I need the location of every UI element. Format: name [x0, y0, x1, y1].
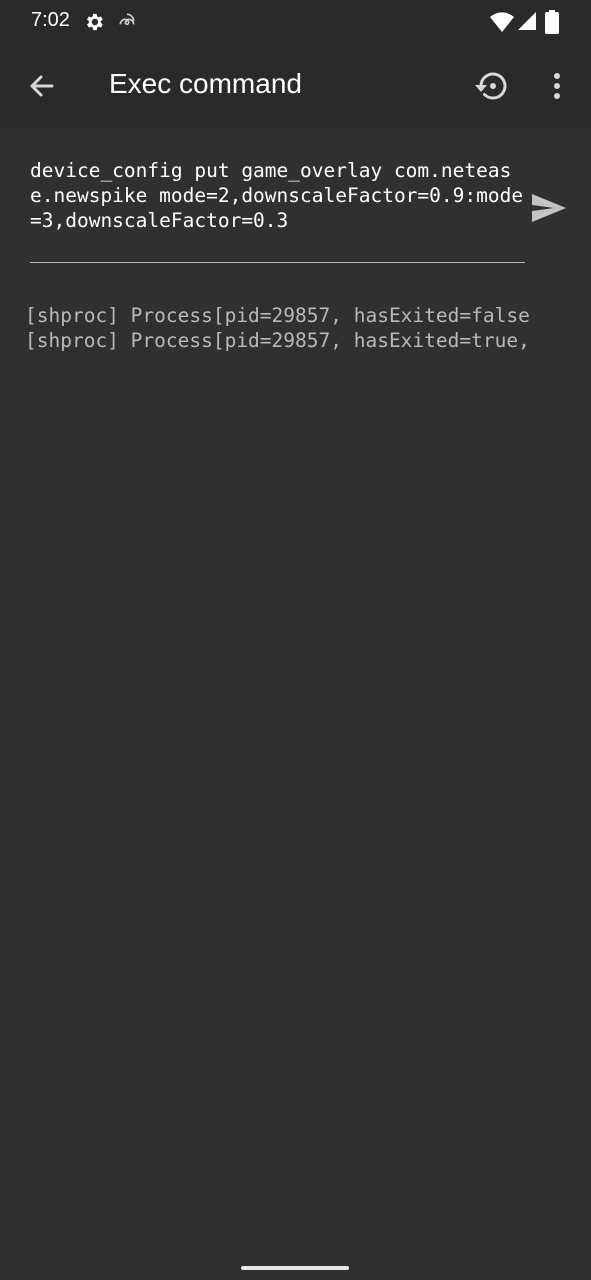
app-bar: Exec command — [0, 44, 591, 128]
history-icon — [475, 72, 507, 100]
wifi-icon — [490, 11, 514, 38]
back-button[interactable] — [22, 66, 62, 106]
history-button[interactable] — [472, 65, 514, 107]
swirl-icon — [117, 11, 137, 36]
overflow-menu-button[interactable] — [540, 65, 574, 107]
battery-icon — [545, 10, 559, 39]
output-line: [shproc] Process[pid=29857, hasExited=tr… — [25, 329, 530, 352]
settings-icon — [83, 11, 105, 38]
status-time: 7:02 — [31, 9, 70, 31]
page-title: Exec command — [109, 68, 302, 99]
send-icon — [532, 194, 566, 222]
status-bar: 7:02 — [0, 0, 591, 44]
command-input[interactable]: device_config put game_overlay com.netea… — [30, 158, 525, 264]
output-log: [shproc] Process[pid=29857, hasExited=fa… — [25, 303, 591, 353]
command-underline — [30, 262, 525, 263]
send-button[interactable] — [528, 188, 570, 228]
command-text[interactable]: device_config put game_overlay com.netea… — [30, 158, 525, 233]
back-arrow-icon — [30, 75, 54, 97]
gesture-nav-handle[interactable] — [241, 1266, 349, 1270]
output-line: [shproc] Process[pid=29857, hasExited=fa… — [25, 304, 530, 327]
signal-icon — [517, 11, 537, 36]
more-vert-icon — [554, 73, 560, 99]
